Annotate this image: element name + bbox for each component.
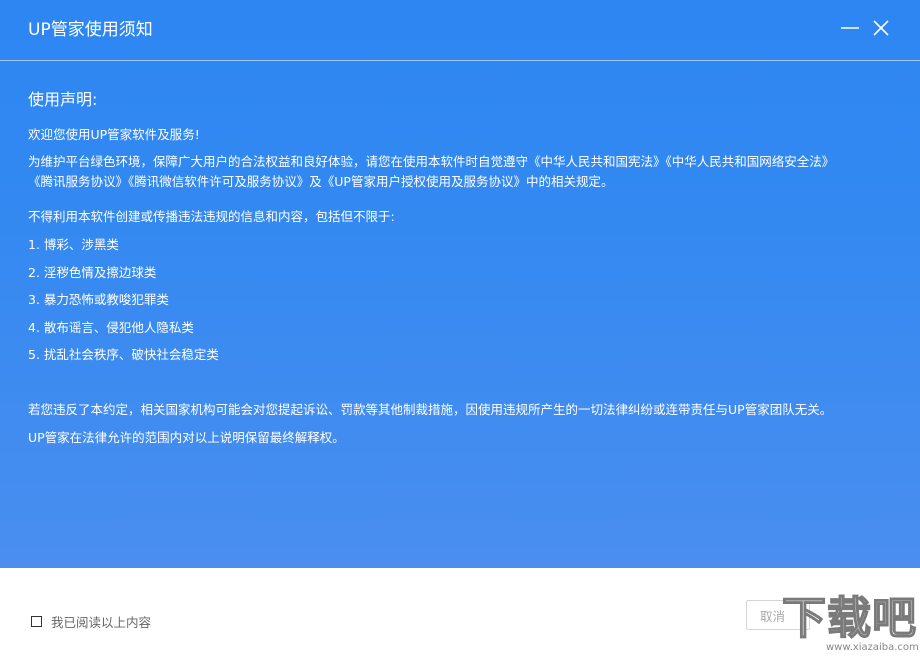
read-confirm-label[interactable]: 我已阅读以上内容 xyxy=(51,612,151,631)
close-icon xyxy=(873,20,889,36)
notice-paragraph-1-line-1: 为维护平台绿色环境，保障广大用户的合法权益和良好体验，请您在使用本软件时自觉遵守… xyxy=(28,154,835,169)
read-confirm-checkbox[interactable] xyxy=(31,616,42,627)
notice-panel: UP管家使用须知 使用声明: 欢迎您使用UP管家软件及服务! 为维护平台绿色环境… xyxy=(0,0,920,568)
notice-heading: 使用声明: xyxy=(28,90,98,109)
minimize-icon xyxy=(841,27,859,29)
notice-paragraph-1-line-2: 《腾讯服务协议》《腾讯微信软件许可及服务协议》及《UP管家用户授权使用及服务协议… xyxy=(28,174,614,189)
list-item: 5. 扰乱社会秩序、破快社会稳定类 xyxy=(28,347,219,362)
title-bar[interactable]: UP管家使用须知 xyxy=(0,0,920,61)
notice-closing-2: UP管家在法律允许的范围内对以上说明保留最终解释权。 xyxy=(28,430,345,445)
notice-closing-1: 若您违反了本约定，相关国家机构可能会对您提起诉讼、罚款等其他制裁措施，因使用违规… xyxy=(28,402,833,417)
list-item: 4. 散布谣言、侵犯他人隐私类 xyxy=(28,319,194,335)
window-title: UP管家使用须知 xyxy=(28,20,153,40)
minimize-button[interactable] xyxy=(838,16,862,40)
list-item: 1. 博彩、涉黑类 xyxy=(28,237,119,252)
read-confirm-checkbox-row[interactable]: 我已阅读以上内容 xyxy=(31,612,151,631)
dialog-window: UP管家使用须知 使用声明: 欢迎您使用UP管家软件及服务! 为维护平台绿色环境… xyxy=(0,0,920,656)
notice-content: 使用声明: 欢迎您使用UP管家软件及服务! 为维护平台绿色环境，保障广大用户的合… xyxy=(28,88,898,447)
cancel-button[interactable]: 取消 xyxy=(746,600,810,630)
list-item: 2. 淫秽色情及擦边球类 xyxy=(28,264,157,280)
notice-paragraph-2: 不得利用本软件创建或传播违法违规的信息和内容，包括但不限于: xyxy=(28,209,395,224)
notice-intro: 欢迎您使用UP管家软件及服务! xyxy=(28,127,200,142)
close-button[interactable] xyxy=(869,16,893,40)
footer-bar: 我已阅读以上内容 取消 xyxy=(0,568,920,656)
prohibited-list: 1. 博彩、涉黑类 2. 淫秽色情及擦边球类 3. 暴力恐怖或教唆犯罪类 4. … xyxy=(28,236,898,364)
notice-paragraph-1: 为维护平台绿色环境，保障广大用户的合法权益和良好体验，请您在使用本软件时自觉遵守… xyxy=(28,153,898,191)
list-item: 3. 暴力恐怖或教唆犯罪类 xyxy=(28,292,169,307)
